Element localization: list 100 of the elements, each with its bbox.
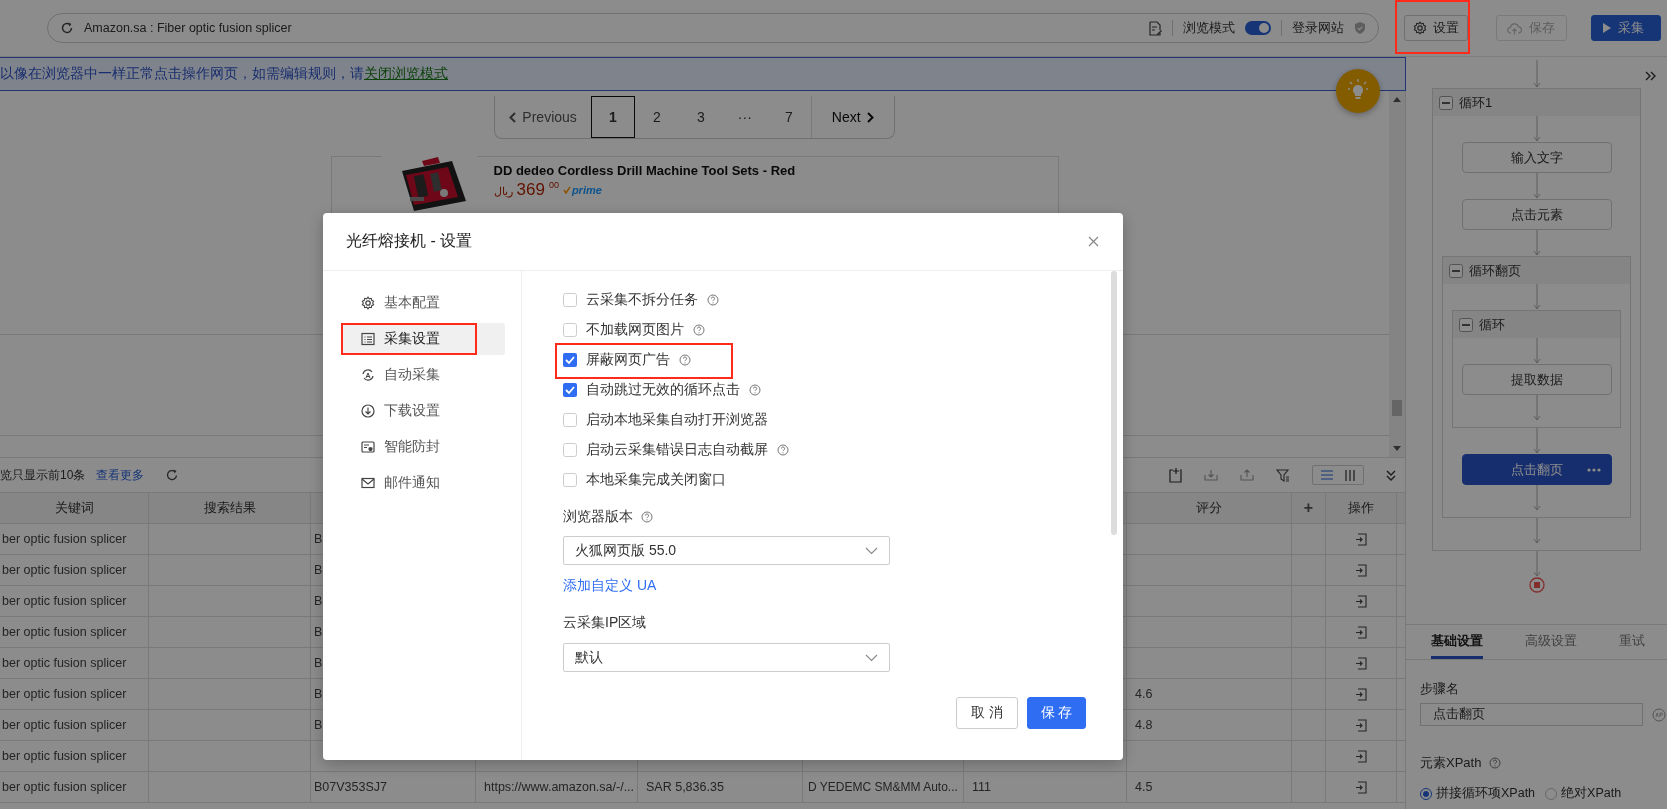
help-icon[interactable]	[749, 384, 761, 396]
option-label[interactable]: 不加载网页图片	[586, 321, 684, 339]
panel-tab[interactable]: 重试	[1619, 625, 1645, 659]
table-cell: ber optic fusion splicer	[0, 555, 149, 585]
browse-mode-toggle[interactable]	[1245, 21, 1271, 35]
enter-icon[interactable]	[1355, 594, 1367, 608]
enter-icon[interactable]	[1355, 687, 1367, 701]
radio-label[interactable]: 拼接循环项XPath	[1436, 785, 1536, 802]
option-label[interactable]: 自动跳过无效的循环点击	[586, 381, 740, 399]
filter-icon[interactable]	[1276, 468, 1290, 482]
step-node[interactable]: 输入文字	[1461, 142, 1612, 173]
help-icon[interactable]	[777, 444, 789, 456]
option-label[interactable]: 屏蔽网页广告	[586, 351, 670, 369]
radio-button[interactable]	[1420, 787, 1432, 800]
scroll-up-icon[interactable]	[1393, 97, 1401, 102]
step-name-field[interactable]: 点击翻页	[1420, 703, 1643, 726]
page-link[interactable]: 3	[678, 96, 723, 138]
nav-item[interactable]: 邮件通知	[341, 467, 505, 499]
collapse-toggle-icon[interactable]	[1439, 95, 1453, 110]
panel-tab[interactable]: 基础设置	[1431, 625, 1483, 659]
option-label[interactable]: 启动云采集错误日志自动截屏	[586, 441, 768, 459]
scroll-down-icon[interactable]	[1393, 446, 1401, 451]
option-label[interactable]: 启动本地采集自动打开浏览器	[586, 411, 768, 429]
radio-label[interactable]: 绝对XPath	[1561, 785, 1622, 802]
step-node[interactable]: 提取数据	[1461, 364, 1612, 395]
add-column-button[interactable]: +	[1292, 493, 1326, 523]
enter-icon[interactable]	[1355, 625, 1367, 639]
product-title[interactable]: DD dedeo Cordless Drill Machine Tool Sets - Red	[493, 163, 796, 178]
checkbox[interactable]	[563, 293, 577, 307]
loop-block[interactable]: 循环1 输入文字 点击元素 循环翻页 循环 提取数据 点击翻页	[1432, 88, 1641, 551]
loop-block[interactable]: 循环 提取数据	[1452, 310, 1621, 428]
checkbox[interactable]	[563, 473, 577, 487]
loop-title: 循环翻页	[1469, 261, 1521, 280]
checkbox[interactable]	[563, 323, 577, 337]
download-icon[interactable]	[1204, 469, 1218, 481]
panel-tab[interactable]: 高级设置	[1525, 625, 1577, 659]
stop-icon[interactable]	[1528, 577, 1545, 593]
add-custom-ua-link[interactable]: 添加自定义 UA	[563, 576, 657, 596]
previous-page-link[interactable]: Previous	[495, 96, 591, 138]
help-icon[interactable]	[641, 511, 653, 523]
nav-item[interactable]: 采集设置	[341, 323, 505, 355]
view-more-link[interactable]: 查看更多	[96, 466, 145, 484]
enter-icon[interactable]	[1355, 656, 1367, 670]
option-label[interactable]: 云采集不拆分任务	[586, 291, 698, 309]
radio-button[interactable]	[1545, 787, 1558, 800]
nav-item[interactable]: 基本配置	[341, 287, 505, 319]
upload-icon[interactable]	[1240, 469, 1254, 481]
loop-block[interactable]: 循环翻页 循环 提取数据 点击翻页	[1442, 256, 1631, 518]
step-node[interactable]: 点击元素	[1461, 199, 1612, 230]
nav-item[interactable]: 自动采集	[341, 359, 505, 391]
enter-icon[interactable]	[1355, 749, 1367, 763]
collapse-toggle-icon[interactable]	[1449, 263, 1463, 278]
nav-item[interactable]: 智能防封	[341, 431, 505, 463]
help-icon[interactable]	[1489, 757, 1502, 769]
page-link[interactable]: 7	[766, 96, 811, 138]
enter-icon[interactable]	[1355, 532, 1367, 546]
column-header: 搜索结果	[149, 493, 311, 523]
collapse-icon[interactable]	[1645, 71, 1657, 81]
enter-icon[interactable]	[1355, 563, 1367, 577]
run-button[interactable]: 采集	[1591, 15, 1661, 41]
document-edit-icon[interactable]	[1149, 20, 1162, 36]
close-browse-mode-link[interactable]: 关闭浏览模式	[364, 65, 448, 83]
page-link[interactable]: ···	[722, 96, 767, 138]
column-header: 操作	[1326, 493, 1397, 523]
save-button[interactable]: 保 存	[1027, 697, 1086, 729]
refresh-icon[interactable]	[166, 469, 179, 481]
checkbox[interactable]	[563, 383, 577, 397]
table-cell: B07V353SJ7	[311, 772, 476, 802]
settings-icon	[1413, 21, 1427, 35]
checkbox[interactable]	[563, 413, 577, 427]
shield-icon	[1354, 21, 1366, 35]
checkbox[interactable]	[563, 443, 577, 457]
double-chevron-down-icon[interactable]	[1386, 469, 1396, 481]
chevron-left-icon	[509, 111, 517, 123]
help-icon[interactable]	[707, 294, 719, 306]
columns-icon[interactable]	[1345, 469, 1355, 481]
more-icon[interactable]	[1586, 468, 1601, 472]
chevron-down-icon	[865, 653, 878, 662]
enter-icon[interactable]	[1355, 718, 1367, 732]
ip-region-select[interactable]: 默认	[563, 643, 890, 672]
connector-arrow	[1532, 284, 1541, 310]
next-page-link[interactable]: Next	[810, 96, 894, 138]
settings-button[interactable]: 设置	[1404, 15, 1468, 41]
help-icon[interactable]	[679, 354, 691, 366]
cancel-button[interactable]: 取 消	[956, 697, 1018, 729]
browser-version-select[interactable]: 火狐网页版 55.0	[563, 536, 890, 565]
add-column-icon[interactable]	[1169, 467, 1182, 483]
collapse-toggle-icon[interactable]	[1459, 317, 1473, 332]
page-link[interactable]: 2	[634, 96, 679, 138]
close-icon[interactable]	[1088, 236, 1099, 247]
page-link[interactable]: 1	[590, 96, 635, 138]
scrollbar-thumb[interactable]	[1392, 400, 1402, 416]
option-label[interactable]: 本地采集完成关闭窗口	[586, 471, 726, 489]
checkbox[interactable]	[563, 353, 577, 367]
reload-icon[interactable]	[60, 21, 74, 35]
nav-item[interactable]: 下载设置	[341, 395, 505, 427]
enter-icon[interactable]	[1355, 780, 1367, 794]
step-node[interactable]: 点击翻页	[1461, 454, 1612, 485]
login-site-label[interactable]: 登录网站	[1292, 19, 1344, 37]
help-icon[interactable]	[693, 324, 705, 336]
